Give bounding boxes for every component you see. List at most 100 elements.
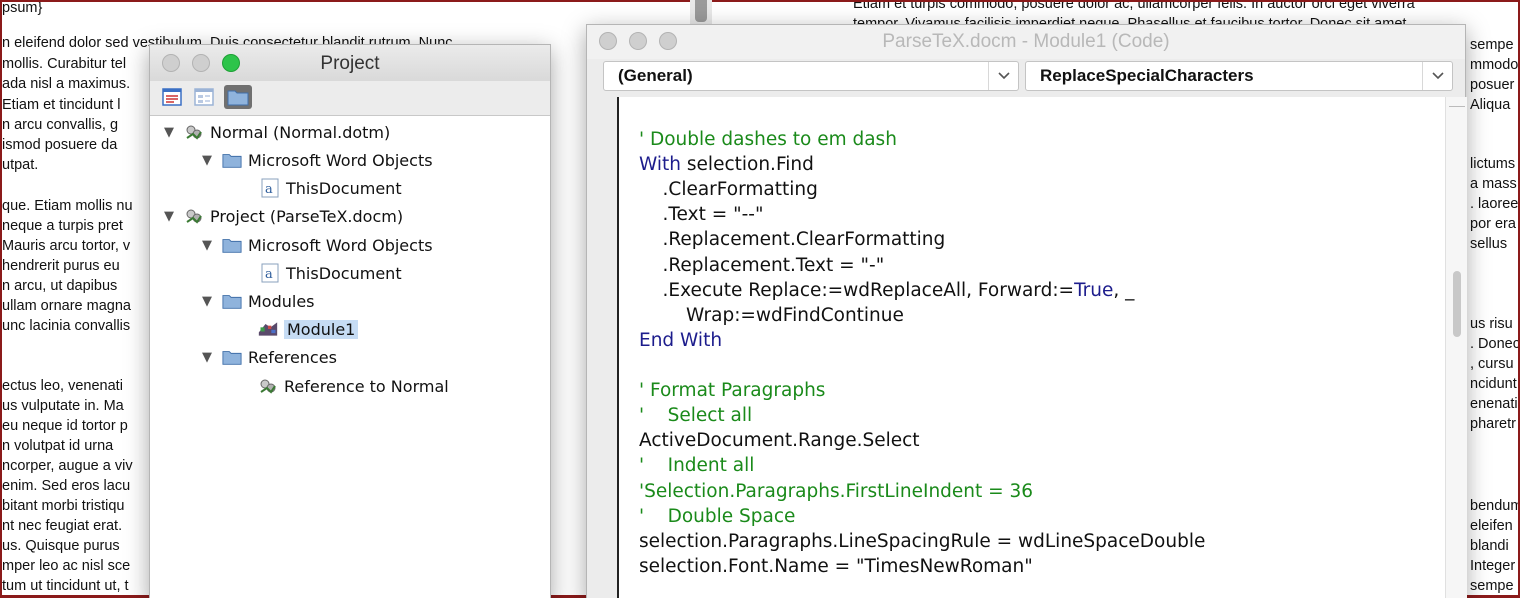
code-line[interactable]: .Execute Replace:=wdReplaceAll, Forward:… — [639, 278, 1135, 303]
code-line[interactable]: End With — [639, 328, 722, 353]
svg-text:a: a — [265, 182, 273, 197]
doc-text-line: por era — [1470, 216, 1516, 232]
tree-item-parsetex-project[interactable]: ▼ Project (ParseTeX.docm) — [164, 203, 403, 229]
document-scrollbar-thumb[interactable] — [695, 0, 707, 22]
doc-text-line: tum ut tincidunt ut, t — [2, 578, 129, 594]
expanded-triangle-icon[interactable]: ▼ — [164, 125, 178, 140]
code-vertical-scrollbar[interactable] — [1445, 97, 1467, 598]
doc-text-line: us. Quisque purus — [2, 538, 120, 554]
expanded-triangle-icon[interactable]: ▼ — [202, 294, 216, 309]
tree-item-thisdocument[interactable]: a ThisDocument — [260, 260, 402, 286]
code-line[interactable]: .ClearFormatting — [639, 177, 818, 202]
doc-text-line: Mauris arcu tortor, v — [2, 238, 131, 254]
code-text: selection.Find — [686, 154, 814, 175]
doc-text-line: unc lacinia convallis — [2, 318, 131, 334]
tree-item-label: Reference to Normal — [284, 376, 449, 396]
expanded-triangle-icon[interactable]: ▼ — [164, 209, 178, 224]
doc-text-line: posuer — [1470, 77, 1515, 93]
doc-text-line: , cursu — [1470, 356, 1514, 372]
procedure-combo[interactable]: ReplaceSpecialCharacters — [1025, 61, 1453, 91]
expanded-triangle-icon[interactable]: ▼ — [202, 238, 216, 253]
doc-text-line: ectus leo, venenati — [2, 378, 123, 394]
project-tree[interactable]: ▼ Normal (Normal.dotm) ▼ Microsoft Word … — [150, 115, 550, 598]
code-window[interactable]: ParseTeX.docm - Module1 (Code) (General)… — [586, 24, 1467, 598]
vba-project-icon — [184, 206, 204, 226]
doc-text-line: sellus — [1470, 236, 1508, 252]
folder-icon — [222, 291, 242, 311]
code-line[interactable]: 'Selection.Paragraphs.FirstLineIndent = … — [639, 479, 1033, 504]
doc-text-line: us risu — [1470, 316, 1513, 332]
doc-text-line: Etiam et turpis commodo, posuere dolor a… — [853, 0, 1415, 12]
scrollbar-thumb[interactable] — [1453, 271, 1461, 337]
doc-text-line: ncorper, augue a viv — [2, 458, 133, 474]
toggle-folders-button[interactable] — [224, 85, 252, 109]
tree-item-label: Project (ParseTeX.docm) — [210, 206, 404, 226]
doc-text-line: n arcu convallis, g — [2, 117, 119, 133]
expanded-triangle-icon[interactable]: ▼ — [202, 153, 216, 168]
doc-text-line: pharetr — [1470, 416, 1516, 432]
tree-item-label: Modules — [248, 291, 315, 311]
doc-text-line: bitant morbi tristiqu — [2, 498, 125, 514]
code-line[interactable]: ' Indent all — [639, 453, 754, 478]
project-titlebar[interactable]: Project — [150, 45, 550, 81]
view-object-icon — [194, 88, 214, 106]
doc-text-line: bendum — [1470, 498, 1520, 514]
code-line[interactable]: .Replacement.ClearFormatting — [639, 227, 946, 252]
doc-text-line: que. Etiam mollis nu — [2, 198, 133, 214]
folder-icon — [222, 150, 242, 170]
code-editor[interactable]: ' Double dashes to em dash With selectio… — [617, 97, 1445, 598]
code-line[interactable]: ' Double dashes to em dash — [639, 127, 897, 152]
project-window-title: Project — [320, 53, 380, 74]
doc-text-line: utpat. — [2, 157, 39, 173]
code-line[interactable]: .Replacement.Text = "-" — [639, 253, 885, 278]
code-line[interactable]: Wrap:=wdFindContinue — [639, 303, 904, 328]
code-line[interactable]: ' Double Space — [639, 504, 795, 529]
code-line[interactable]: ' Select all — [639, 403, 752, 428]
chevron-down-icon[interactable] — [1422, 62, 1452, 90]
tree-item-references[interactable]: ▼ References — [202, 344, 337, 370]
code-titlebar[interactable]: ParseTeX.docm - Module1 (Code) — [587, 25, 1465, 59]
chevron-down-icon[interactable] — [988, 62, 1018, 90]
doc-text-line: eu neque id tortor p — [2, 418, 128, 434]
code-line[interactable]: With selection.Find — [639, 152, 814, 177]
svg-text:a: a — [265, 267, 273, 282]
tree-item-thisdocument[interactable]: a ThisDocument — [260, 175, 402, 201]
code-line[interactable]: selection.Paragraphs.LineSpacingRule = w… — [639, 529, 1205, 554]
doc-text-line: nt nec feugiat erat. — [2, 518, 123, 534]
expanded-triangle-icon[interactable]: ▼ — [202, 350, 216, 365]
tree-item-label: ThisDocument — [286, 178, 402, 198]
doc-text-line: lictums — [1470, 156, 1516, 172]
code-line[interactable]: ' Format Paragraphs — [639, 378, 825, 403]
code-line[interactable]: selection.Font.Name = "TimesNewRoman" — [639, 554, 1033, 579]
view-code-button[interactable] — [158, 85, 186, 109]
code-line[interactable]: .Text = "--" — [639, 202, 764, 227]
tree-item-normal-project[interactable]: ▼ Normal (Normal.dotm) — [164, 119, 390, 145]
tree-item-label: ThisDocument — [286, 263, 402, 283]
doc-text-line: ada nisl a maximus. — [2, 76, 131, 92]
doc-text-line: ncidunt — [1470, 376, 1517, 392]
project-window[interactable]: Project ▼ Normal (Normal.dotm) ▼ Microso… — [149, 44, 551, 598]
doc-text-line: Etiam et tincidunt l — [2, 97, 121, 113]
code-text: , _ — [1113, 280, 1135, 301]
tree-item-word-objects[interactable]: ▼ Microsoft Word Objects — [202, 147, 433, 173]
view-object-button[interactable] — [190, 85, 218, 109]
tree-item-modules[interactable]: ▼ Modules — [202, 288, 315, 314]
word-document-icon: a — [260, 263, 280, 283]
project-toolbar — [150, 81, 550, 115]
doc-text-line: us vulputate in. Ma — [2, 398, 124, 414]
tree-item-label-selected: Module1 — [284, 319, 359, 339]
view-code-icon — [162, 88, 182, 106]
object-combo[interactable]: (General) — [603, 61, 1019, 91]
scroll-up-button[interactable] — [1449, 99, 1465, 107]
code-line[interactable]: ActiveDocument.Range.Select — [639, 428, 920, 453]
doc-text-line: . Donec — [1470, 336, 1520, 352]
doc-text-line: Aliqua — [1470, 97, 1511, 113]
code-window-title: ParseTeX.docm - Module1 (Code) — [882, 31, 1170, 52]
tree-item-module1[interactable]: Module1 — [258, 316, 359, 342]
doc-text-line: mollis. Curabitur tel — [2, 56, 127, 72]
doc-text-line: enenati — [1470, 396, 1518, 412]
tree-item-word-objects[interactable]: ▼ Microsoft Word Objects — [202, 232, 433, 258]
doc-text-line: hendrerit purus eu — [2, 258, 120, 274]
procedure-combo-value: ReplaceSpecialCharacters — [1040, 66, 1254, 85]
tree-item-reference-normal[interactable]: Reference to Normal — [258, 373, 449, 399]
